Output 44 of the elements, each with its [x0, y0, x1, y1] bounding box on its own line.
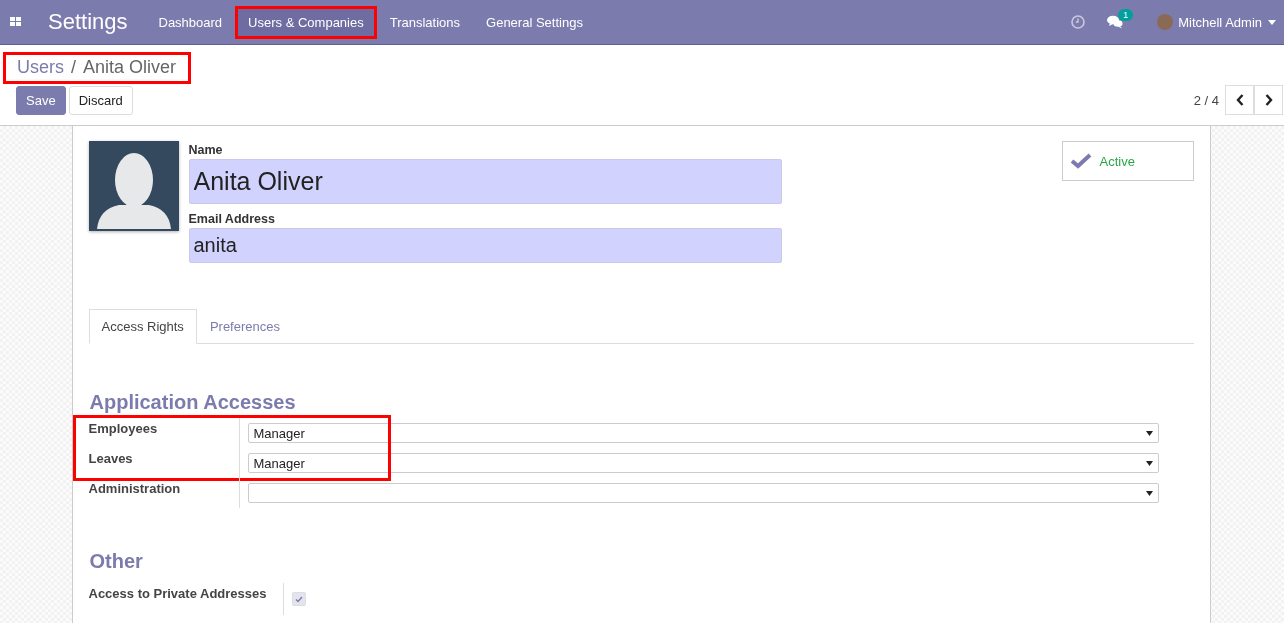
chevron-right-icon: [1264, 94, 1273, 106]
select-field[interactable]: Manager: [247, 453, 1159, 473]
chevron-left-icon: [1235, 94, 1244, 106]
active-toggle-button[interactable]: Active: [1061, 141, 1194, 181]
save-button[interactable]: Save: [16, 85, 66, 115]
breadcrumb-current: Anita Oliver: [83, 57, 177, 78]
caret-icon[interactable]: [1268, 19, 1276, 25]
discard-button[interactable]: Discard: [68, 85, 133, 115]
section-heading: Other: [89, 550, 144, 573]
checkmark-icon: [294, 595, 303, 603]
checkbox[interactable]: [291, 592, 306, 606]
name-field[interactable]: Anita Oliver: [188, 159, 782, 204]
field-label: Leaves: [88, 448, 240, 478]
apps-grid-icon[interactable]: [10, 17, 22, 27]
avatar-placeholder-drawing[interactable]: [88, 141, 179, 231]
pager-counter: 2 / 4: [1193, 92, 1219, 108]
tab[interactable]: Preferences: [196, 309, 293, 344]
menu-item[interactable]: General Settings: [473, 5, 596, 39]
tab[interactable]: Access Rights: [88, 309, 197, 344]
field-label: Access to Private Addresses: [88, 583, 284, 615]
clock-icon[interactable]: [1071, 15, 1086, 29]
breadcrumb-separator: /: [71, 57, 77, 78]
previous-button[interactable]: [1225, 85, 1254, 115]
checkmark-icon: [1069, 153, 1092, 169]
chat-icon[interactable]: [1107, 15, 1124, 29]
field-label: Name: [188, 143, 224, 157]
select-field[interactable]: [247, 483, 1159, 503]
menu-item[interactable]: Users & Companies: [235, 5, 377, 39]
field-label: Employees: [88, 418, 240, 448]
email-field[interactable]: anita: [188, 228, 782, 263]
user-menu[interactable]: Mitchell Admin: [1178, 14, 1262, 30]
breadcrumb-link[interactable]: Users: [17, 57, 64, 78]
dropdown-caret-icon: [1145, 490, 1153, 496]
next-button[interactable]: [1254, 85, 1283, 115]
app-title: Settings: [48, 9, 128, 35]
field-label: Administration: [88, 478, 240, 508]
message-count-badge: 1: [1118, 9, 1134, 21]
dropdown-caret-icon: [1145, 430, 1153, 436]
field-label: Email Address: [188, 212, 276, 226]
menu-item[interactable]: Translations: [376, 5, 474, 39]
menu-item[interactable]: Dashboard: [145, 5, 236, 39]
section-heading: Application Accesses: [89, 391, 297, 414]
dropdown-caret-icon: [1145, 460, 1153, 466]
select-field[interactable]: Manager: [247, 423, 1159, 443]
